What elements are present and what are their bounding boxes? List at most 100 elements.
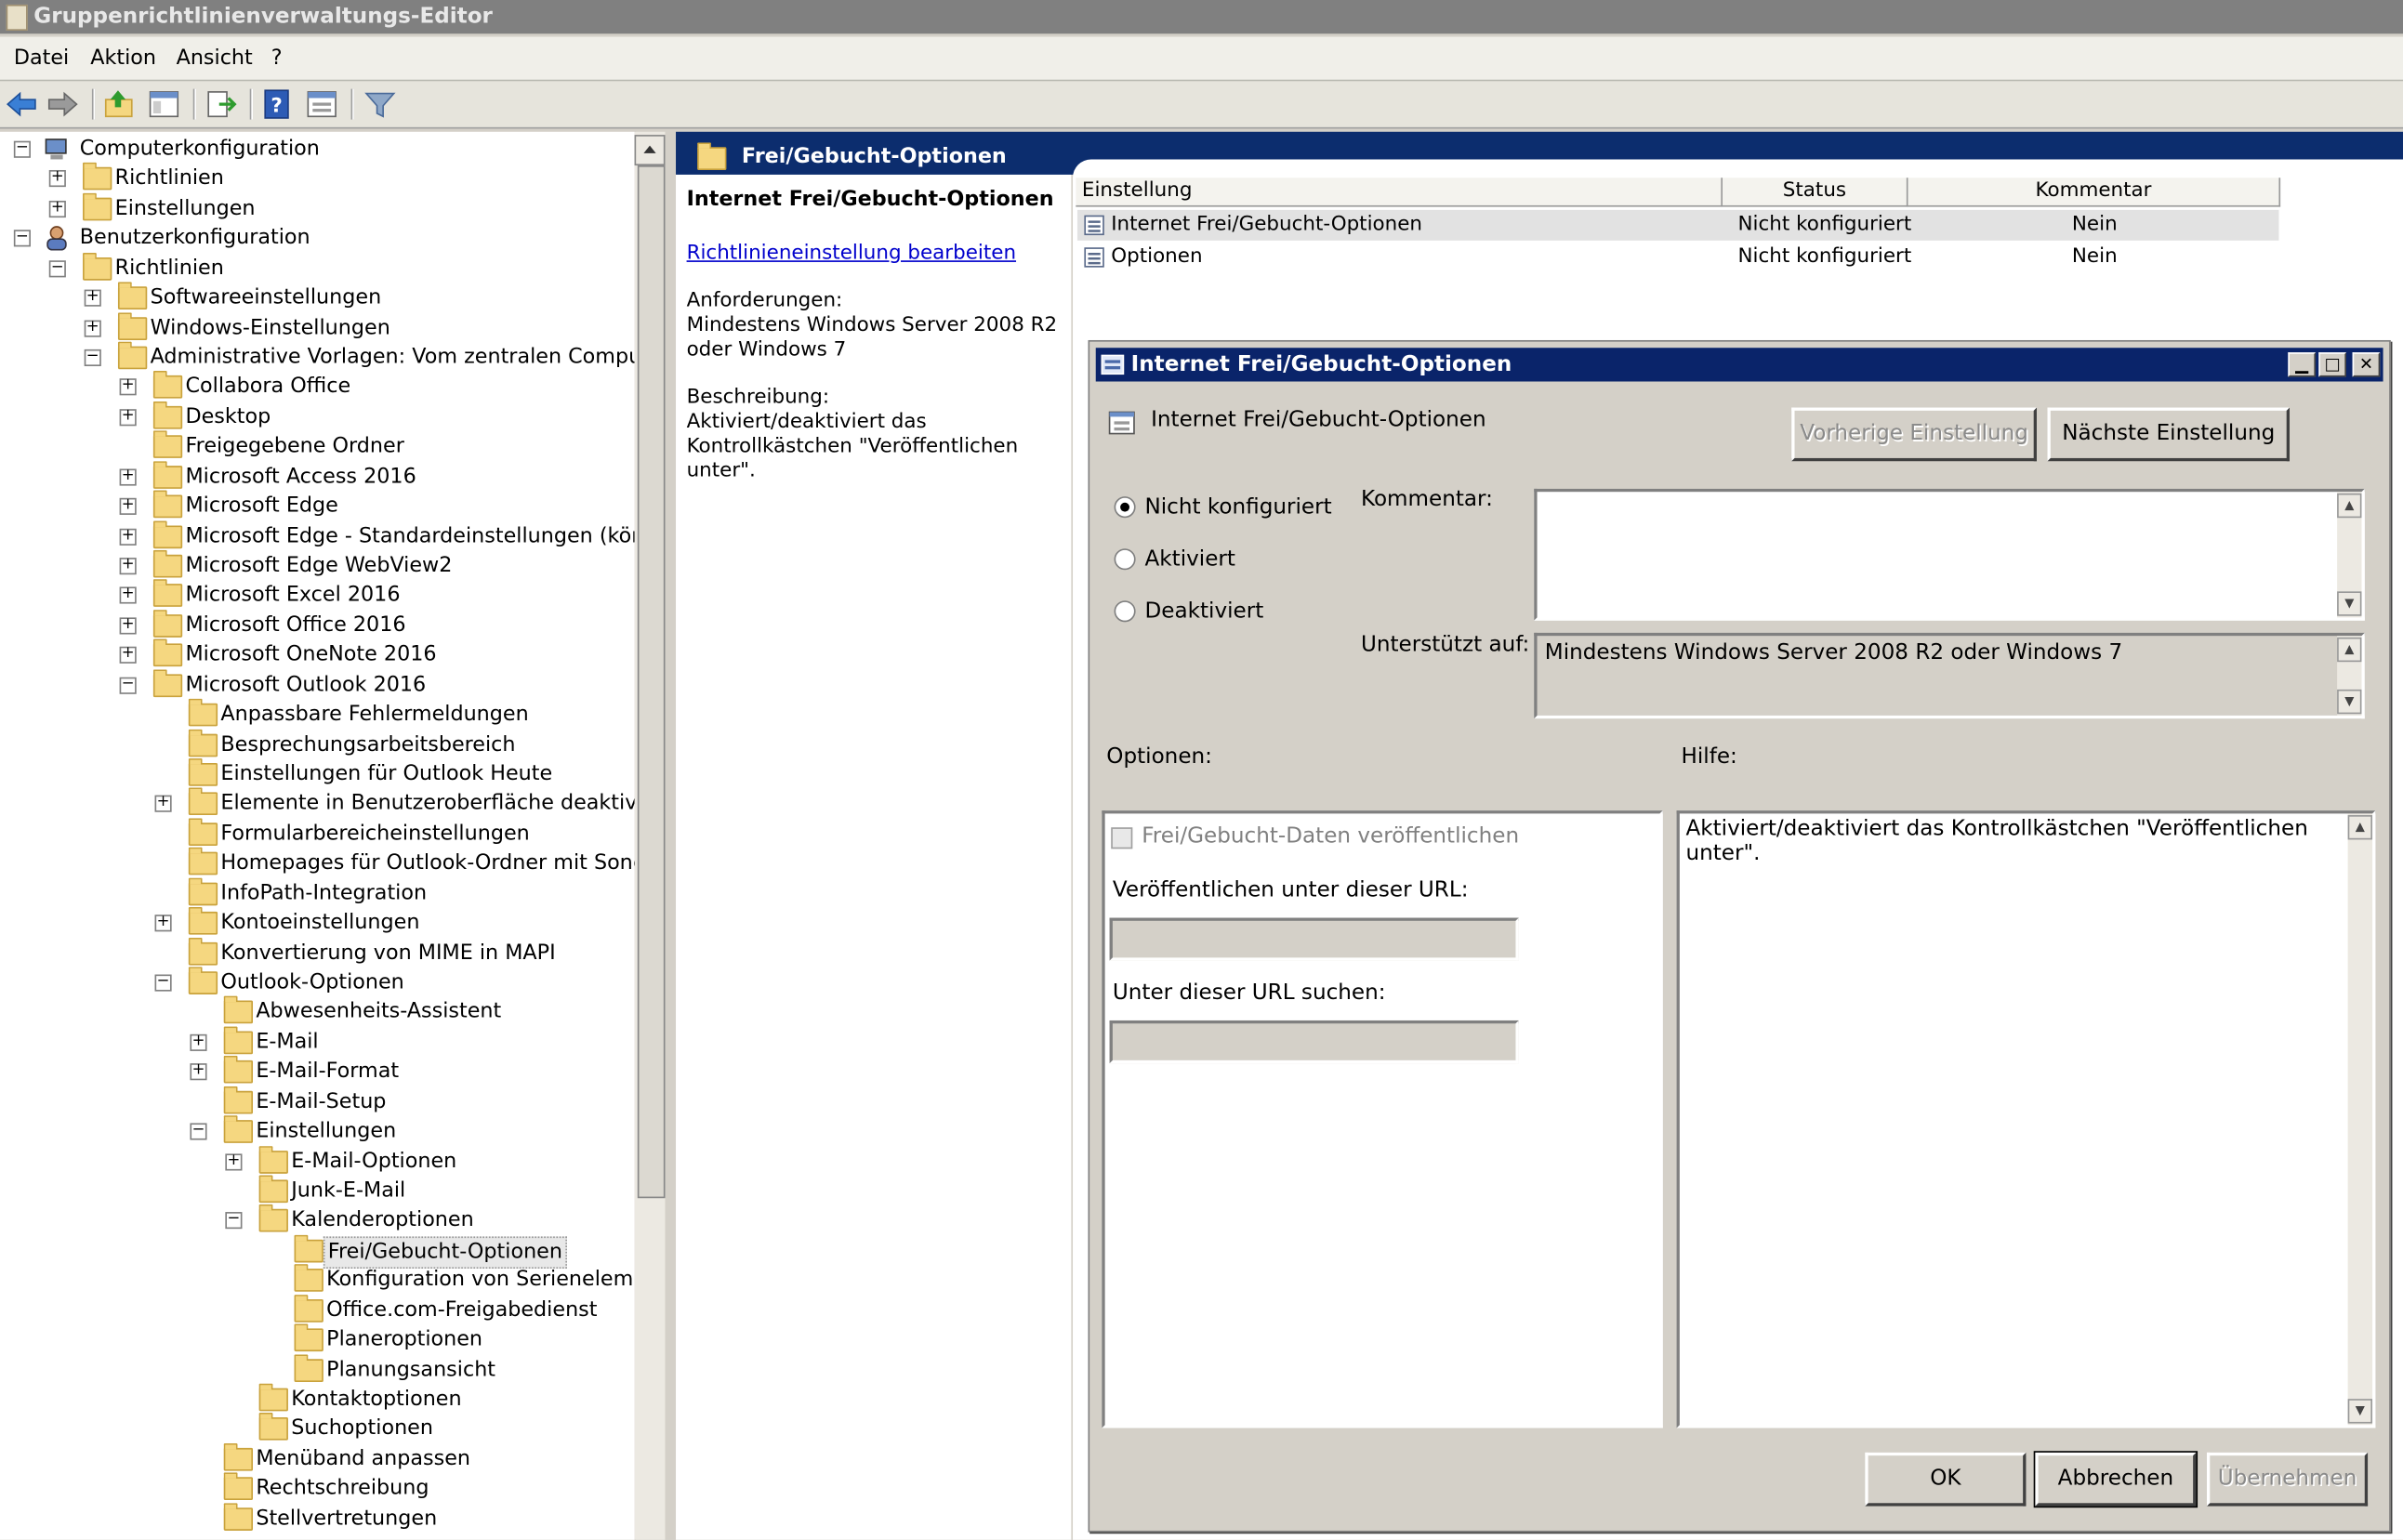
tree-item[interactable]: + Microsoft Edge - Standardeinstellungen … <box>0 520 635 550</box>
expand-icon[interactable]: + <box>84 289 101 307</box>
radio-enabled[interactable] <box>1114 548 1136 571</box>
expand-icon[interactable]: + <box>119 586 137 605</box>
tree-item[interactable]: − Einstellungen <box>0 1115 635 1146</box>
expand-icon[interactable]: + <box>119 616 137 635</box>
minimize-button[interactable]: ▁ <box>2288 352 2317 377</box>
cancel-button[interactable]: Abbrechen <box>2033 1451 2198 1508</box>
scroll-up-arrow-icon[interactable]: ▲ <box>2337 637 2362 663</box>
column-header-comment[interactable]: Kommentar <box>1908 178 2281 207</box>
tree-item[interactable]: Suchoptionen <box>0 1413 635 1443</box>
expand-icon[interactable]: + <box>119 527 137 546</box>
scroll-down-arrow-icon[interactable]: ▼ <box>2337 591 2362 616</box>
scroll-up-button[interactable] <box>634 135 666 166</box>
tree-item[interactable]: − Richtlinien <box>0 252 635 283</box>
tree-item[interactable]: Freigegebene Ordner <box>0 430 635 461</box>
radio-not-configured[interactable] <box>1114 496 1136 519</box>
tree-item[interactable]: + Microsoft OneNote 2016 <box>0 638 635 670</box>
ok-button[interactable]: OK <box>1865 1452 2027 1507</box>
tree-item[interactable]: + E-Mail <box>0 1026 635 1057</box>
publish-url-input[interactable] <box>1109 917 1519 961</box>
table-row[interactable]: Internet Frei/Gebucht-Optionen Nicht kon… <box>1076 209 2279 241</box>
tree-item[interactable]: + Microsoft Access 2016 <box>0 460 635 491</box>
expand-icon[interactable]: + <box>48 170 66 188</box>
tree-item[interactable]: Frei/Gebucht-Optionen <box>0 1234 635 1269</box>
publish-checkbox[interactable] <box>1111 827 1133 849</box>
collapse-icon[interactable]: − <box>84 349 101 367</box>
tree-item[interactable]: − Benutzerkonfiguration <box>0 224 635 253</box>
menu-aktion[interactable]: Aktion <box>90 46 156 70</box>
expand-icon[interactable]: + <box>48 200 66 217</box>
comment-scrollbar[interactable]: ▲ ▼ <box>2337 492 2362 618</box>
help-scrollbar[interactable]: ▲ ▼ <box>2347 813 2373 1426</box>
tree-item[interactable]: Stellvertretungen <box>0 1502 635 1533</box>
expand-icon[interactable]: + <box>154 915 172 932</box>
previous-setting-button[interactable]: Vorherige Einstellung <box>1791 407 2037 462</box>
tree-item[interactable]: Anpassbare Fehlermeldungen <box>0 699 635 730</box>
expand-icon[interactable]: + <box>119 497 137 516</box>
tree-item[interactable]: + E-Mail-Optionen <box>0 1145 635 1176</box>
tree-item[interactable]: + Microsoft Office 2016 <box>0 609 635 640</box>
scroll-down-arrow-icon[interactable]: ▼ <box>2337 689 2362 715</box>
collapse-icon[interactable]: − <box>13 140 31 158</box>
tree-item[interactable]: − Microsoft Outlook 2016 <box>0 668 635 700</box>
tree-item[interactable]: + Desktop <box>0 401 635 431</box>
scroll-up-arrow-icon[interactable]: ▲ <box>2347 815 2373 840</box>
forward-arrow-icon[interactable] <box>46 87 79 121</box>
tree-item[interactable]: E-Mail-Setup <box>0 1086 635 1116</box>
tree-item[interactable]: InfoPath-Integration <box>0 877 635 908</box>
expand-icon[interactable]: + <box>119 378 137 397</box>
menu-datei[interactable]: Datei <box>14 46 69 70</box>
tree-item[interactable]: + Kontoeinstellungen <box>0 907 635 938</box>
tree-item[interactable]: Kontaktoptionen <box>0 1383 635 1414</box>
menu-help[interactable]: ? <box>271 46 283 70</box>
scroll-thumb[interactable] <box>637 165 666 1199</box>
tree-item[interactable]: Besprechungsarbeitsbereich <box>0 729 635 759</box>
up-folder-icon[interactable] <box>102 87 136 121</box>
edit-policy-link[interactable]: Richtlinieneinstellung bearbeiten <box>687 242 1016 265</box>
table-row[interactable]: Optionen Nicht konfiguriert Nein <box>1077 242 2278 272</box>
tree-item[interactable]: + Softwareeinstellungen <box>0 282 635 312</box>
supported-scrollbar[interactable]: ▲ ▼ <box>2337 636 2362 716</box>
properties-icon[interactable] <box>305 87 338 121</box>
tree-item[interactable]: + Microsoft Edge WebView2 <box>0 549 635 581</box>
scroll-down-arrow-icon[interactable]: ▼ <box>2347 1399 2373 1424</box>
tree-item[interactable]: Konfiguration von Serienelementen <box>0 1264 635 1295</box>
expand-icon[interactable]: + <box>84 319 101 336</box>
collapse-icon[interactable]: − <box>154 974 172 992</box>
tree-item[interactable]: + Collabora Office <box>0 371 635 401</box>
tree-item[interactable]: + Microsoft Excel 2016 <box>0 579 635 611</box>
tree-item[interactable]: − Kalenderoptionen <box>0 1204 635 1235</box>
radio-disabled[interactable] <box>1114 600 1136 623</box>
expand-icon[interactable]: + <box>190 1033 207 1051</box>
scroll-up-arrow-icon[interactable]: ▲ <box>2337 493 2362 519</box>
next-setting-button[interactable]: Nächste Einstellung <box>2047 407 2291 462</box>
tree-item[interactable]: Office.com-Freigabedienst <box>0 1294 635 1324</box>
tree-scrollbar[interactable] <box>634 131 666 1540</box>
comment-textarea[interactable]: ▲ ▼ <box>1534 488 2365 621</box>
column-header-status[interactable]: Status <box>1723 178 1908 207</box>
expand-icon[interactable]: + <box>225 1152 243 1170</box>
close-button[interactable]: ✕ <box>2352 352 2381 377</box>
tree-item[interactable]: − Outlook-Optionen <box>0 967 635 997</box>
tree-item[interactable]: + Einstellungen <box>0 192 635 223</box>
expand-icon[interactable]: + <box>119 646 137 665</box>
back-arrow-icon[interactable] <box>5 87 38 121</box>
tree-item[interactable]: Einstellungen für Outlook Heute <box>0 758 635 789</box>
expand-icon[interactable]: + <box>119 557 137 575</box>
collapse-icon[interactable]: − <box>48 259 66 277</box>
maximize-button[interactable]: □ <box>2318 352 2347 377</box>
tree-item[interactable]: + Windows-Einstellungen <box>0 311 635 342</box>
filter-icon[interactable] <box>363 87 397 121</box>
tree-item[interactable]: Konvertierung von MIME in MAPI <box>0 937 635 967</box>
tree-item[interactable]: Formularbereicheinstellungen <box>0 818 635 849</box>
tree-item[interactable]: + Elemente in Benutzeroberfläche deaktivi… <box>0 788 635 819</box>
tree-item[interactable]: − Administrative Vorlagen: Vom zentralen … <box>0 341 635 372</box>
tree-item[interactable]: Planeroptionen <box>0 1323 635 1354</box>
expand-icon[interactable]: + <box>119 467 137 486</box>
tree-item[interactable]: Menüband anpassen <box>0 1442 635 1473</box>
menu-ansicht[interactable]: Ansicht <box>177 46 253 70</box>
column-header-setting[interactable]: Einstellung <box>1076 178 1723 207</box>
collapse-icon[interactable]: − <box>225 1212 243 1230</box>
tree-item[interactable]: Homepages für Outlook-Ordner mit Sonderf… <box>0 848 635 878</box>
tree-item[interactable]: + E-Mail-Format <box>0 1056 635 1086</box>
